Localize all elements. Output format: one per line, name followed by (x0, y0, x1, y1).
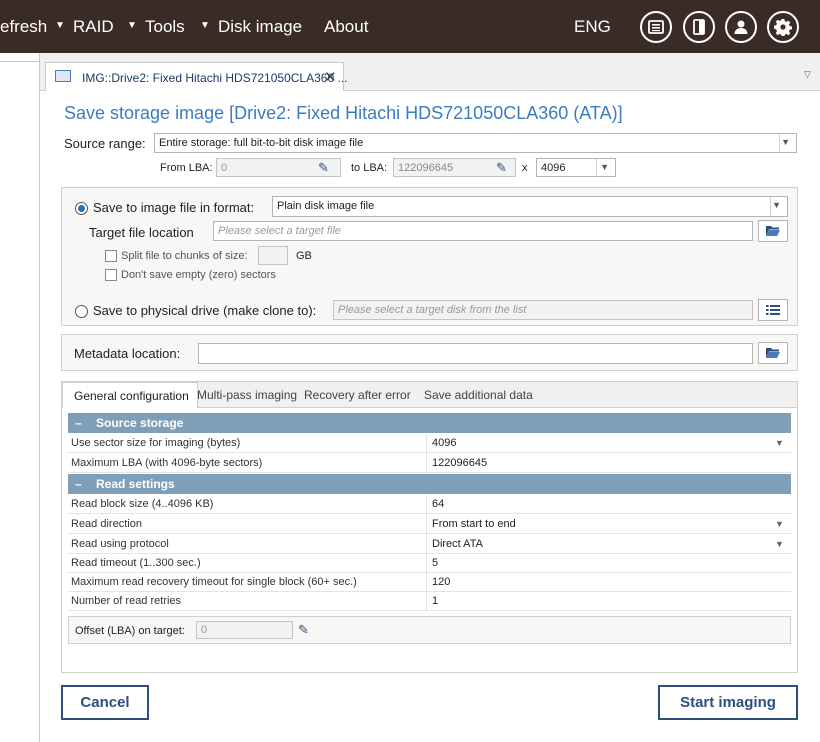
user-icon (734, 20, 748, 34)
chevron-down-icon[interactable]: ▼ (200, 20, 210, 31)
save-target-group: Save to image file in format: Plain disk… (61, 187, 798, 326)
split-file-label: Split file to chunks of size: (121, 250, 248, 262)
property-row[interactable]: Use sector size for imaging (bytes) 4096… (68, 434, 791, 453)
list-icon (766, 305, 780, 315)
sidebar-icon (693, 19, 705, 35)
sidebar-toggle-button[interactable] (683, 11, 715, 43)
tab-multi-pass-imaging[interactable]: Multi-pass imaging (197, 382, 297, 408)
close-icon[interactable]: ✕ (324, 68, 337, 86)
tab-save-additional-data[interactable]: Save additional data (424, 382, 533, 408)
collapse-icon[interactable]: – (75, 416, 82, 430)
top-menu-bar: efresh ▼ RAID ▼ Tools ▼ Disk image About… (0, 0, 820, 53)
chevron-down-icon: ▼ (600, 162, 609, 172)
property-row[interactable]: Read block size (4..4096 KB) 64 (68, 495, 791, 514)
chunk-unit-label: GB (296, 250, 312, 262)
offset-label: Offset (LBA) on target: (75, 625, 185, 637)
metadata-group: Metadata location: (61, 334, 798, 371)
left-panel (0, 53, 40, 742)
save-to-file-label: Save to image file in format: (93, 200, 255, 215)
multiplier-label: x (522, 162, 528, 174)
tab-recovery-after-error[interactable]: Recovery after error (304, 382, 411, 408)
save-to-drive-radio[interactable] (75, 305, 88, 318)
from-lba-label: From LBA: (160, 162, 213, 174)
tab-general-configuration[interactable]: General configuration (62, 382, 198, 409)
metadata-location-input[interactable] (198, 343, 753, 364)
menu-tools[interactable]: Tools (145, 17, 185, 37)
settings-button[interactable] (767, 11, 799, 43)
split-file-checkbox[interactable] (105, 250, 117, 262)
skip-empty-label: Don't save empty (zero) sectors (121, 269, 276, 281)
document-tab-label: IMG::Drive2: Fixed Hitachi HDS721050CLA3… (82, 71, 348, 85)
chevron-down-icon[interactable]: ▼ (775, 539, 784, 549)
browse-metadata-button[interactable] (758, 342, 788, 364)
section-header-source-storage[interactable]: – Source storage (68, 413, 791, 433)
collapse-icon[interactable]: – (75, 477, 82, 491)
panel-icon (648, 20, 664, 34)
property-row[interactable]: Maximum read recovery timeout for single… (68, 573, 791, 592)
start-imaging-button[interactable]: Start imaging (658, 685, 798, 720)
menu-refresh[interactable]: efresh (0, 17, 47, 37)
target-file-label: Target file location (89, 225, 194, 240)
menu-about[interactable]: About (324, 17, 368, 37)
panel-button[interactable] (640, 11, 672, 43)
user-button[interactable] (725, 11, 757, 43)
document-tab-strip: IMG::Drive2: Fixed Hitachi HDS721050CLA3… (40, 53, 820, 92)
save-to-drive-label: Save to physical drive (make clone to): (93, 303, 317, 318)
folder-open-icon (766, 226, 780, 236)
disk-image-icon (55, 70, 71, 82)
to-lba-label: to LBA: (351, 162, 388, 174)
property-row[interactable]: Read using protocol Direct ATA ▼ (68, 535, 791, 554)
edit-pencil-icon[interactable]: ✎ (298, 622, 309, 638)
menu-disk-image[interactable]: Disk image (218, 17, 302, 37)
image-format-select[interactable]: Plain disk image file ▼ (272, 196, 788, 217)
save-image-dialog: Save storage image [Drive2: Fixed Hitach… (40, 91, 820, 742)
edit-pencil-icon[interactable]: ✎ (318, 160, 329, 176)
tab-list-icon[interactable]: ▽ (804, 69, 811, 80)
source-range-label: Source range: (64, 136, 146, 151)
property-row[interactable]: Maximum LBA (with 4096-byte sectors) 122… (68, 454, 791, 473)
chevron-down-icon: ▼ (781, 137, 790, 147)
target-file-input[interactable]: Please select a target file (213, 221, 753, 241)
skip-empty-checkbox[interactable] (105, 269, 117, 281)
document-tab[interactable]: IMG::Drive2: Fixed Hitachi HDS721050CLA3… (45, 62, 348, 92)
page-title: Save storage image [Drive2: Fixed Hitach… (64, 103, 623, 123)
chevron-down-icon[interactable]: ▼ (775, 519, 784, 529)
select-disk-button[interactable] (758, 299, 788, 321)
source-range-select[interactable]: Entire storage: full bit-to-bit disk ima… (154, 133, 797, 153)
section-header-read-settings[interactable]: – Read settings (68, 474, 791, 494)
chevron-down-icon[interactable]: ▼ (775, 438, 784, 448)
menu-raid[interactable]: RAID (73, 17, 114, 37)
property-row[interactable]: Read direction From start to end ▼ (68, 515, 791, 534)
language-selector[interactable]: ENG (574, 17, 611, 37)
cancel-button[interactable]: Cancel (61, 685, 149, 720)
property-row[interactable]: Number of read retries 1 (68, 592, 791, 611)
edit-pencil-icon[interactable]: ✎ (496, 160, 507, 176)
folder-open-icon (766, 348, 780, 358)
chevron-down-icon[interactable]: ▼ (127, 20, 137, 31)
settings-gear-icon (774, 19, 792, 36)
browse-target-button[interactable] (758, 220, 788, 242)
target-disk-input[interactable]: Please select a target disk from the lis… (333, 300, 753, 320)
property-row[interactable]: Read timeout (1..300 sec.) 5 (68, 554, 791, 573)
configuration-panel: General configuration Multi-pass imaging… (61, 381, 798, 673)
sector-size-select[interactable]: 4096 ▼ (536, 158, 616, 177)
save-to-file-radio[interactable] (75, 202, 88, 215)
chevron-down-icon: ▼ (772, 200, 781, 210)
chunk-size-input[interactable] (258, 246, 288, 265)
configuration-tabs: General configuration Multi-pass imaging… (62, 382, 797, 409)
offset-input[interactable]: 0 (196, 621, 293, 639)
metadata-label: Metadata location: (74, 346, 181, 361)
chevron-down-icon[interactable]: ▼ (55, 20, 65, 31)
offset-bar: Offset (LBA) on target: 0 ✎ (68, 616, 791, 644)
